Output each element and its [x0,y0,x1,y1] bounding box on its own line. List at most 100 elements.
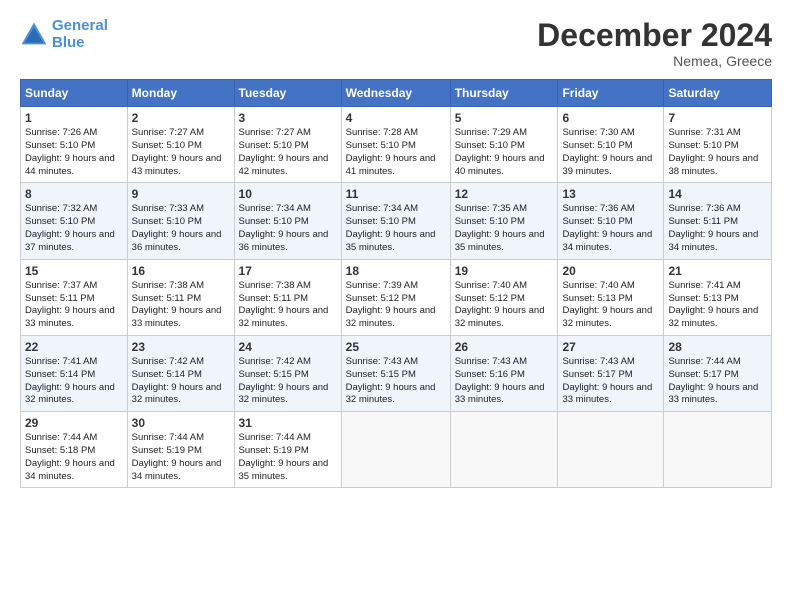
day-info: Sunrise: 7:40 AMSunset: 5:12 PMDaylight:… [455,280,554,331]
day-number: 26 [455,340,554,354]
calendar-day-cell: 9 Sunrise: 7:33 AMSunset: 5:10 PMDaylight… [127,183,234,259]
day-info: Sunrise: 7:44 AMSunset: 5:18 PMDaylight:… [25,432,123,483]
day-info: Sunrise: 7:34 AMSunset: 5:10 PMDaylight:… [239,203,337,254]
calendar-day-cell: 18 Sunrise: 7:39 AMSunset: 5:12 PMDayligh… [341,259,450,335]
day-number: 6 [562,111,659,125]
day-info: Sunrise: 7:40 AMSunset: 5:13 PMDaylight:… [562,280,659,331]
calendar-day-cell: 8 Sunrise: 7:32 AMSunset: 5:10 PMDaylight… [21,183,128,259]
day-info: Sunrise: 7:32 AMSunset: 5:10 PMDaylight:… [25,203,123,254]
weekday-header: Tuesday [234,80,341,107]
day-info: Sunrise: 7:41 AMSunset: 5:13 PMDaylight:… [668,280,767,331]
calendar-day-cell: 14 Sunrise: 7:36 AMSunset: 5:11 PMDayligh… [664,183,772,259]
day-number: 25 [346,340,446,354]
weekday-header: Saturday [664,80,772,107]
calendar-header-row: SundayMondayTuesdayWednesdayThursdayFrid… [21,80,772,107]
calendar-day-cell: 26Sunrise: 7:43 AMSunset: 5:16 PMDayligh… [450,335,558,411]
calendar-day-cell: 17Sunrise: 7:38 AMSunset: 5:11 PMDayligh… [234,259,341,335]
location: Nemea, Greece [537,53,772,69]
calendar-day-cell: 5 Sunrise: 7:29 AMSunset: 5:10 PMDaylight… [450,107,558,183]
logo-text: General Blue [52,18,108,51]
day-number: 15 [25,264,123,278]
logo: General Blue [20,18,108,51]
calendar-day-cell: 29 Sunrise: 7:44 AMSunset: 5:18 PMDayligh… [21,412,128,488]
day-number: 19 [455,264,554,278]
day-info: Sunrise: 7:34 AMSunset: 5:10 PMDaylight:… [346,203,446,254]
calendar-day-cell: 27Sunrise: 7:43 AMSunset: 5:17 PMDayligh… [558,335,664,411]
calendar-day-cell: 19 Sunrise: 7:40 AMSunset: 5:12 PMDayligh… [450,259,558,335]
calendar-day-cell: 6 Sunrise: 7:30 AMSunset: 5:10 PMDaylight… [558,107,664,183]
calendar-week-row: 15 Sunrise: 7:37 AMSunset: 5:11 PMDayligh… [21,259,772,335]
day-info: Sunrise: 7:39 AMSunset: 5:12 PMDaylight:… [346,280,446,331]
calendar-day-cell: 1Sunrise: 7:26 AMSunset: 5:10 PMDaylight… [21,107,128,183]
calendar-week-row: 8 Sunrise: 7:32 AMSunset: 5:10 PMDaylight… [21,183,772,259]
day-number: 23 [132,340,230,354]
day-number: 10 [239,187,337,201]
day-info: Sunrise: 7:41 AMSunset: 5:14 PMDaylight:… [25,356,123,407]
calendar-day-cell: 4 Sunrise: 7:28 AMSunset: 5:10 PMDaylight… [341,107,450,183]
day-info: Sunrise: 7:30 AMSunset: 5:10 PMDaylight:… [562,127,659,178]
calendar-day-cell: 20 Sunrise: 7:40 AMSunset: 5:13 PMDayligh… [558,259,664,335]
calendar-day-cell: 15 Sunrise: 7:37 AMSunset: 5:11 PMDayligh… [21,259,128,335]
day-info: Sunrise: 7:43 AMSunset: 5:15 PMDaylight:… [346,356,446,407]
day-number: 30 [132,416,230,430]
weekday-header: Friday [558,80,664,107]
calendar-day-cell: 11 Sunrise: 7:34 AMSunset: 5:10 PMDayligh… [341,183,450,259]
day-number: 14 [668,187,767,201]
day-info: Sunrise: 7:42 AMSunset: 5:15 PMDaylight:… [239,356,337,407]
day-number: 5 [455,111,554,125]
title-area: December 2024 Nemea, Greece [537,18,772,69]
calendar-day-cell: 3Sunrise: 7:27 AMSunset: 5:10 PMDaylight… [234,107,341,183]
calendar-day-cell: 10 Sunrise: 7:34 AMSunset: 5:10 PMDayligh… [234,183,341,259]
day-number: 8 [25,187,123,201]
calendar-day-cell: 12Sunrise: 7:35 AMSunset: 5:10 PMDayligh… [450,183,558,259]
day-number: 16 [132,264,230,278]
calendar-day-cell: 28Sunrise: 7:44 AMSunset: 5:17 PMDayligh… [664,335,772,411]
calendar-day-cell: 24Sunrise: 7:42 AMSunset: 5:15 PMDayligh… [234,335,341,411]
day-info: Sunrise: 7:36 AMSunset: 5:11 PMDaylight:… [668,203,767,254]
day-number: 7 [668,111,767,125]
weekday-header: Monday [127,80,234,107]
day-number: 20 [562,264,659,278]
day-number: 9 [132,187,230,201]
day-number: 11 [346,187,446,201]
calendar-day-cell [664,412,772,488]
day-info: Sunrise: 7:44 AMSunset: 5:19 PMDaylight:… [239,432,337,483]
calendar-day-cell: 2Sunrise: 7:27 AMSunset: 5:10 PMDaylight… [127,107,234,183]
day-number: 21 [668,264,767,278]
calendar-day-cell: 23Sunrise: 7:42 AMSunset: 5:14 PMDayligh… [127,335,234,411]
logo-line2: Blue [52,34,85,51]
calendar-day-cell: 31 Sunrise: 7:44 AMSunset: 5:19 PMDayligh… [234,412,341,488]
calendar-day-cell: 30Sunrise: 7:44 AMSunset: 5:19 PMDayligh… [127,412,234,488]
day-info: Sunrise: 7:36 AMSunset: 5:10 PMDaylight:… [562,203,659,254]
day-info: Sunrise: 7:26 AMSunset: 5:10 PMDaylight:… [25,127,123,178]
day-info: Sunrise: 7:29 AMSunset: 5:10 PMDaylight:… [455,127,554,178]
calendar-day-cell: 22 Sunrise: 7:41 AMSunset: 5:14 PMDayligh… [21,335,128,411]
day-number: 22 [25,340,123,354]
weekday-header: Sunday [21,80,128,107]
calendar-week-row: 1Sunrise: 7:26 AMSunset: 5:10 PMDaylight… [21,107,772,183]
day-info: Sunrise: 7:44 AMSunset: 5:17 PMDaylight:… [668,356,767,407]
calendar-day-cell: 7 Sunrise: 7:31 AMSunset: 5:10 PMDaylight… [664,107,772,183]
calendar-day-cell: 25 Sunrise: 7:43 AMSunset: 5:15 PMDayligh… [341,335,450,411]
day-number: 12 [455,187,554,201]
calendar-week-row: 22 Sunrise: 7:41 AMSunset: 5:14 PMDayligh… [21,335,772,411]
day-info: Sunrise: 7:37 AMSunset: 5:11 PMDaylight:… [25,280,123,331]
calendar: SundayMondayTuesdayWednesdayThursdayFrid… [20,79,772,488]
day-number: 4 [346,111,446,125]
day-number: 18 [346,264,446,278]
day-info: Sunrise: 7:27 AMSunset: 5:10 PMDaylight:… [239,127,337,178]
weekday-header: Thursday [450,80,558,107]
day-info: Sunrise: 7:38 AMSunset: 5:11 PMDaylight:… [239,280,337,331]
day-info: Sunrise: 7:31 AMSunset: 5:10 PMDaylight:… [668,127,767,178]
logo-line1: General [52,17,108,34]
month-title: December 2024 [537,18,772,53]
day-info: Sunrise: 7:28 AMSunset: 5:10 PMDaylight:… [346,127,446,178]
calendar-day-cell [450,412,558,488]
day-info: Sunrise: 7:27 AMSunset: 5:10 PMDaylight:… [132,127,230,178]
calendar-day-cell: 16Sunrise: 7:38 AMSunset: 5:11 PMDayligh… [127,259,234,335]
day-number: 29 [25,416,123,430]
day-info: Sunrise: 7:43 AMSunset: 5:17 PMDaylight:… [562,356,659,407]
day-number: 31 [239,416,337,430]
calendar-week-row: 29 Sunrise: 7:44 AMSunset: 5:18 PMDayligh… [21,412,772,488]
day-info: Sunrise: 7:33 AMSunset: 5:10 PMDaylight:… [132,203,230,254]
